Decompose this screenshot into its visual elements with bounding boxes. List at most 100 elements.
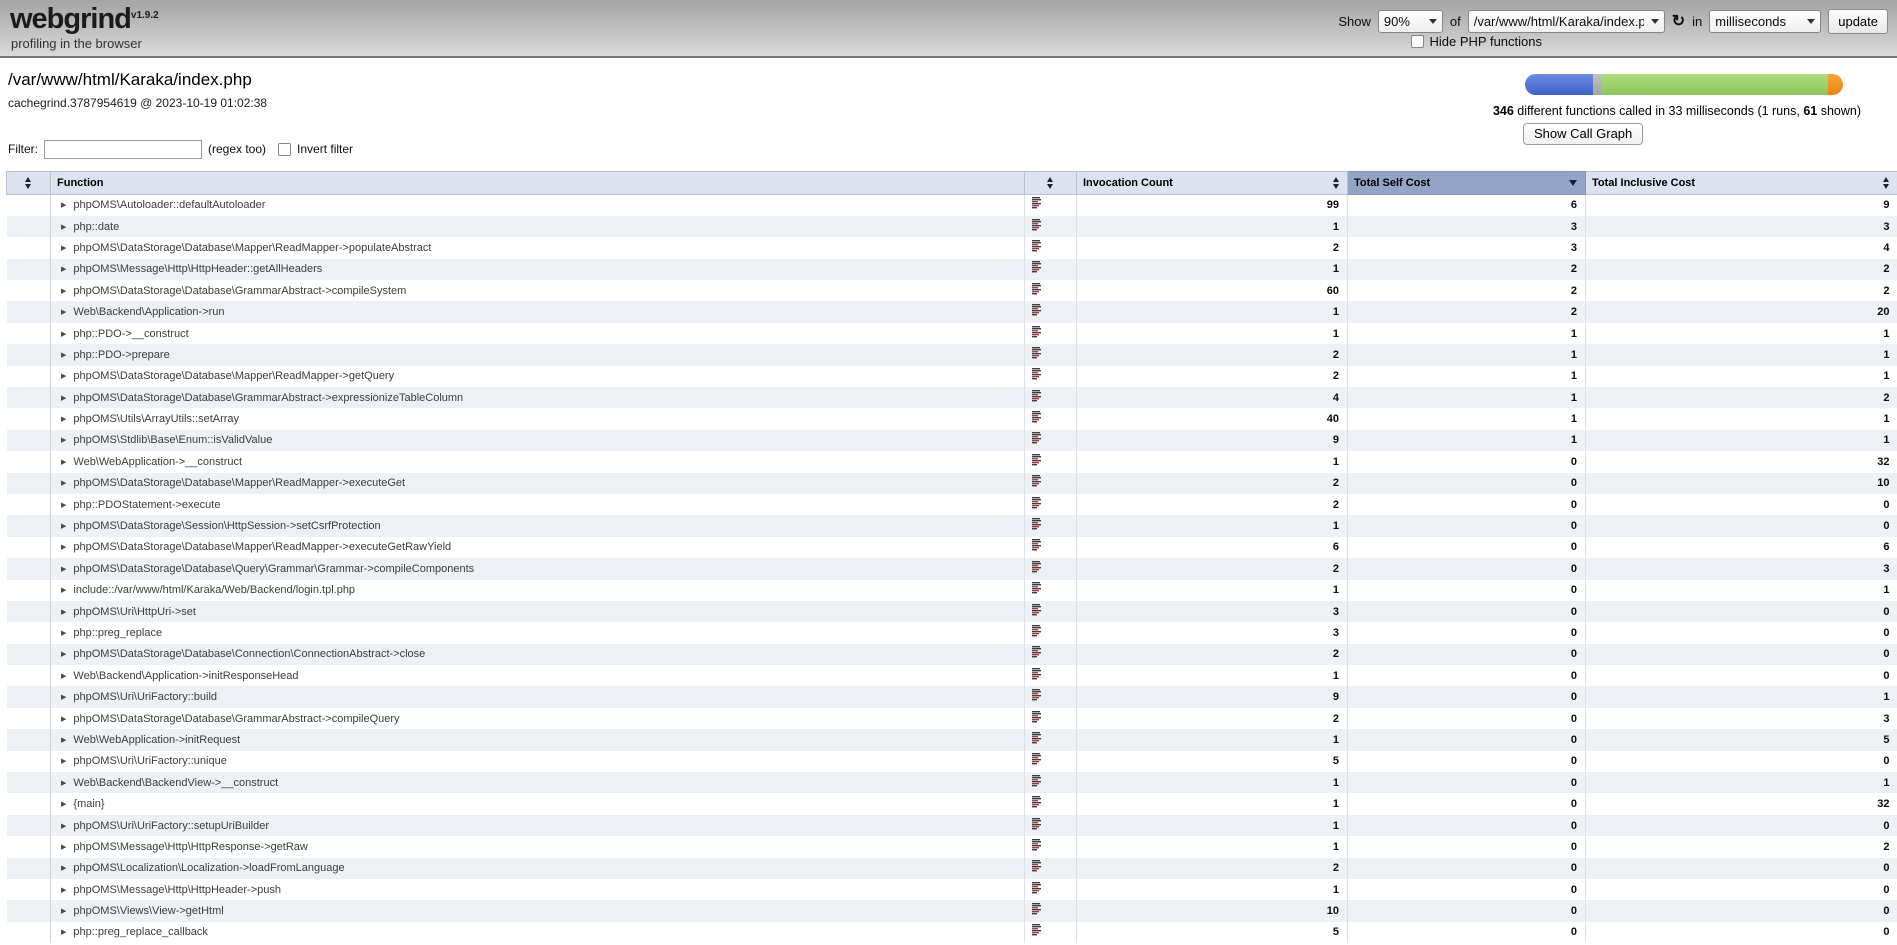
source-icon[interactable] bbox=[1032, 415, 1043, 427]
expand-arrow-icon[interactable]: ▶ bbox=[61, 864, 66, 872]
invert-filter-checkbox[interactable] bbox=[278, 143, 291, 156]
function-name[interactable]: include::/var/www/html/Karaka/Web/Backen… bbox=[73, 584, 355, 596]
column-header-total-inclusive-cost[interactable]: Total Inclusive Cost bbox=[1586, 172, 1897, 195]
function-name[interactable]: phpOMS\Utils\ArrayUtils::setArray bbox=[73, 413, 239, 425]
source-icon[interactable] bbox=[1032, 928, 1043, 940]
source-icon[interactable] bbox=[1032, 800, 1043, 812]
expand-arrow-icon[interactable]: ▶ bbox=[61, 308, 66, 316]
expand-arrow-icon[interactable]: ▶ bbox=[61, 287, 66, 295]
expand-arrow-icon[interactable]: ▶ bbox=[61, 522, 66, 530]
function-name[interactable]: phpOMS\Uri\UriFactory::build bbox=[73, 691, 217, 703]
function-name[interactable]: phpOMS\DataStorage\Database\GrammarAbstr… bbox=[73, 285, 406, 297]
source-icon[interactable] bbox=[1032, 757, 1043, 769]
source-icon[interactable] bbox=[1032, 351, 1043, 363]
function-name[interactable]: phpOMS\Localization\Localization->loadFr… bbox=[73, 862, 344, 874]
expand-arrow-icon[interactable]: ▶ bbox=[61, 843, 66, 851]
source-icon[interactable] bbox=[1032, 479, 1043, 491]
function-name[interactable]: phpOMS\Message\Http\HttpResponse->getRaw bbox=[73, 841, 307, 853]
expand-arrow-icon[interactable]: ▶ bbox=[61, 394, 66, 402]
expand-arrow-icon[interactable]: ▶ bbox=[61, 458, 66, 466]
function-name[interactable]: php::PDO->prepare bbox=[73, 349, 169, 361]
expand-arrow-icon[interactable]: ▶ bbox=[61, 928, 66, 936]
function-name[interactable]: php::date bbox=[73, 221, 119, 233]
update-button[interactable]: update bbox=[1828, 9, 1888, 34]
function-name[interactable]: phpOMS\Uri\UriFactory::setupUriBuilder bbox=[73, 820, 269, 832]
source-icon[interactable] bbox=[1032, 608, 1043, 620]
show-call-graph-button[interactable]: Show Call Graph bbox=[1523, 123, 1643, 145]
expand-arrow-icon[interactable]: ▶ bbox=[61, 415, 66, 423]
source-icon[interactable] bbox=[1032, 736, 1043, 748]
source-icon[interactable] bbox=[1032, 693, 1043, 705]
column-header-source[interactable] bbox=[1025, 172, 1077, 195]
expand-arrow-icon[interactable]: ▶ bbox=[61, 201, 66, 209]
source-icon[interactable] bbox=[1032, 394, 1043, 406]
function-name[interactable]: phpOMS\DataStorage\Database\GrammarAbstr… bbox=[73, 713, 399, 725]
expand-arrow-icon[interactable]: ▶ bbox=[61, 800, 66, 808]
function-name[interactable]: Web\WebApplication->initRequest bbox=[73, 734, 240, 746]
function-name[interactable]: phpOMS\Message\Http\HttpHeader->push bbox=[73, 884, 281, 896]
source-icon[interactable] bbox=[1032, 330, 1043, 342]
function-name[interactable]: phpOMS\DataStorage\Database\Mapper\ReadM… bbox=[73, 370, 394, 382]
expand-arrow-icon[interactable]: ▶ bbox=[61, 586, 66, 594]
source-icon[interactable] bbox=[1032, 522, 1043, 534]
unit-select[interactable]: milliseconds bbox=[1709, 10, 1821, 33]
function-name[interactable]: phpOMS\DataStorage\Database\Connection\C… bbox=[73, 648, 425, 660]
expand-arrow-icon[interactable]: ▶ bbox=[61, 779, 66, 787]
function-name[interactable]: php::PDOStatement->execute bbox=[73, 499, 220, 511]
function-name[interactable]: phpOMS\DataStorage\Session\HttpSession->… bbox=[73, 520, 380, 532]
expand-arrow-icon[interactable]: ▶ bbox=[61, 223, 66, 231]
function-name[interactable]: phpOMS\Views\View->getHtml bbox=[73, 905, 223, 917]
function-name[interactable]: {main} bbox=[73, 798, 104, 810]
source-icon[interactable] bbox=[1032, 543, 1043, 555]
function-name[interactable]: Web\Backend\BackendView->__construct bbox=[73, 777, 278, 789]
source-icon[interactable] bbox=[1032, 501, 1043, 513]
function-name[interactable]: Web\Backend\Application->initResponseHea… bbox=[73, 670, 298, 682]
source-icon[interactable] bbox=[1032, 244, 1043, 256]
source-icon[interactable] bbox=[1032, 843, 1043, 855]
function-name[interactable]: Web\Backend\Application->run bbox=[73, 306, 224, 318]
source-icon[interactable] bbox=[1032, 458, 1043, 470]
source-icon[interactable] bbox=[1032, 565, 1043, 577]
source-icon[interactable] bbox=[1032, 715, 1043, 727]
file-select[interactable]: /var/www/html/Karaka/index.php bbox=[1468, 10, 1665, 33]
expand-arrow-icon[interactable]: ▶ bbox=[61, 757, 66, 765]
expand-arrow-icon[interactable]: ▶ bbox=[61, 629, 66, 637]
percent-select[interactable]: 90% bbox=[1378, 10, 1443, 33]
expand-arrow-icon[interactable]: ▶ bbox=[61, 330, 66, 338]
source-icon[interactable] bbox=[1032, 287, 1043, 299]
expand-arrow-icon[interactable]: ▶ bbox=[61, 479, 66, 487]
hide-php-checkbox[interactable] bbox=[1411, 35, 1424, 48]
column-header-invocation-count[interactable]: Invocation Count bbox=[1077, 172, 1348, 195]
source-icon[interactable] bbox=[1032, 308, 1043, 320]
expand-arrow-icon[interactable]: ▶ bbox=[61, 693, 66, 701]
expand-arrow-icon[interactable]: ▶ bbox=[61, 608, 66, 616]
expand-arrow-icon[interactable]: ▶ bbox=[61, 672, 66, 680]
expand-arrow-icon[interactable]: ▶ bbox=[61, 436, 66, 444]
function-name[interactable]: php::preg_replace bbox=[73, 627, 162, 639]
refresh-icon[interactable]: ↻ bbox=[1672, 14, 1685, 30]
function-name[interactable]: phpOMS\DataStorage\Database\Mapper\ReadM… bbox=[73, 541, 451, 553]
source-icon[interactable] bbox=[1032, 779, 1043, 791]
column-header-function[interactable]: Function bbox=[51, 172, 1025, 195]
function-name[interactable]: Web\WebApplication->__construct bbox=[73, 456, 242, 468]
function-name[interactable]: php::PDO->__construct bbox=[73, 328, 188, 340]
filter-input[interactable] bbox=[44, 140, 202, 159]
expand-arrow-icon[interactable]: ▶ bbox=[61, 265, 66, 273]
column-header-total-self-cost[interactable]: Total Self Cost bbox=[1348, 172, 1586, 195]
expand-arrow-icon[interactable]: ▶ bbox=[61, 565, 66, 573]
function-name[interactable]: phpOMS\DataStorage\Database\Query\Gramma… bbox=[73, 563, 474, 575]
function-name[interactable]: phpOMS\Autoloader::defaultAutoloader bbox=[73, 199, 265, 211]
function-name[interactable]: phpOMS\Message\Http\HttpHeader::getAllHe… bbox=[73, 263, 322, 275]
function-name[interactable]: phpOMS\Uri\HttpUri->set bbox=[73, 606, 196, 618]
source-icon[interactable] bbox=[1032, 436, 1043, 448]
function-name[interactable]: phpOMS\DataStorage\Database\GrammarAbstr… bbox=[73, 392, 463, 404]
source-icon[interactable] bbox=[1032, 650, 1043, 662]
expand-arrow-icon[interactable]: ▶ bbox=[61, 372, 66, 380]
function-name[interactable]: phpOMS\Uri\UriFactory::unique bbox=[73, 755, 226, 767]
source-icon[interactable] bbox=[1032, 886, 1043, 898]
expand-arrow-icon[interactable]: ▶ bbox=[61, 907, 66, 915]
expand-arrow-icon[interactable]: ▶ bbox=[61, 650, 66, 658]
source-icon[interactable] bbox=[1032, 265, 1043, 277]
source-icon[interactable] bbox=[1032, 372, 1043, 384]
function-name[interactable]: phpOMS\DataStorage\Database\Mapper\ReadM… bbox=[73, 477, 405, 489]
